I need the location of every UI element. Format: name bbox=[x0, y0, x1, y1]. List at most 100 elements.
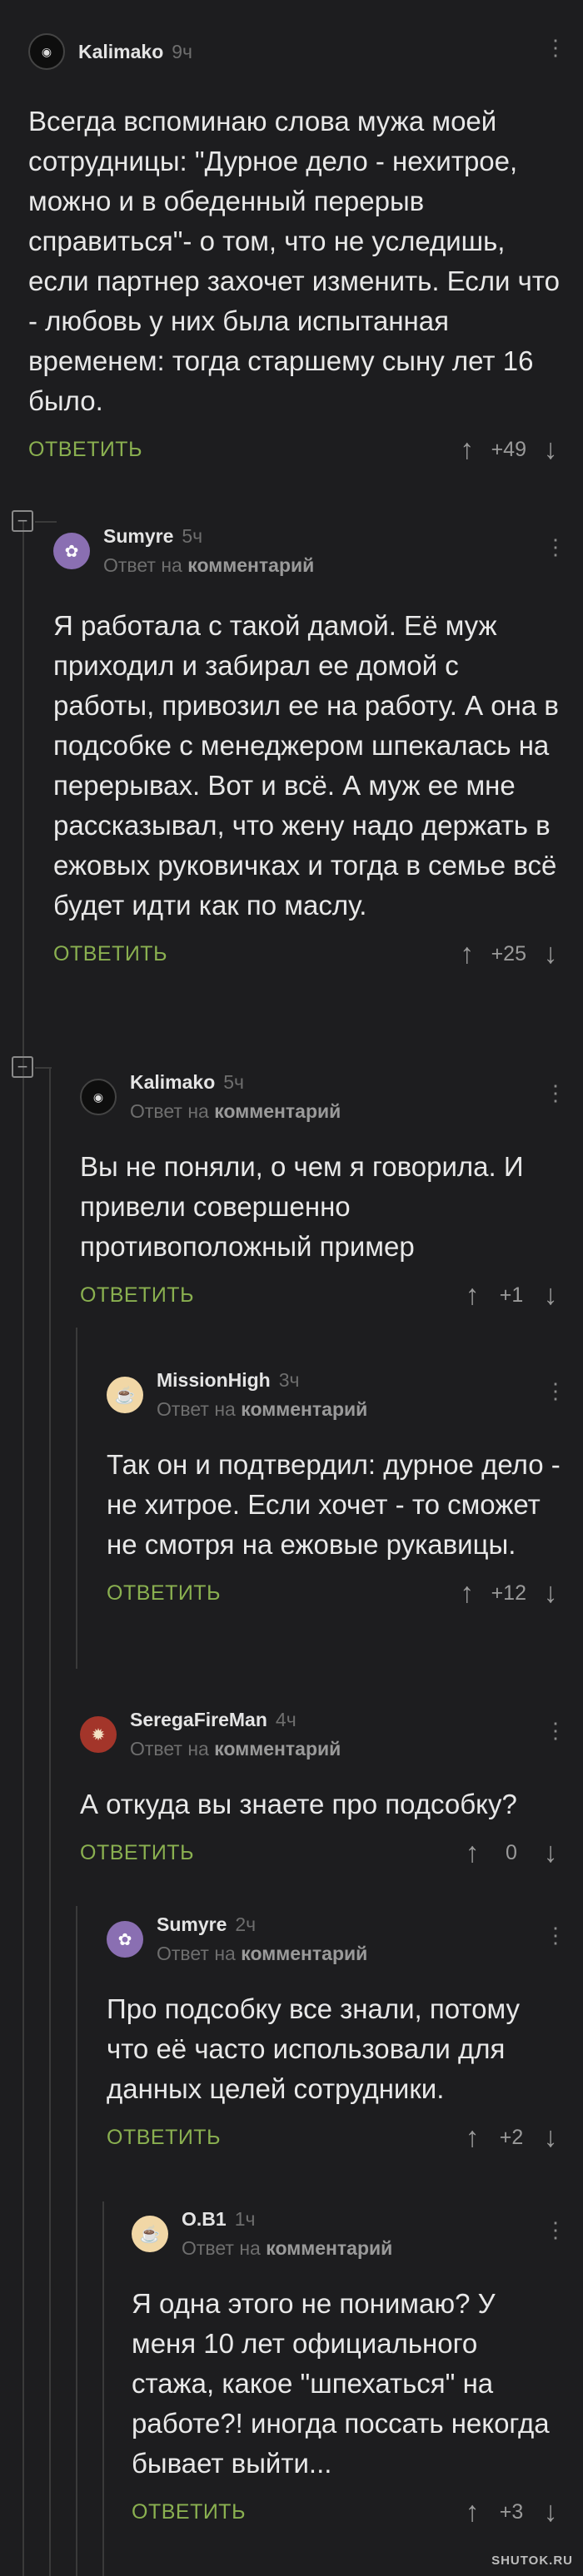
comment-time: 9ч bbox=[172, 40, 193, 62]
author-name[interactable]: MissionHigh bbox=[157, 1369, 271, 1392]
rating-value: +1 bbox=[499, 1283, 524, 1307]
upvote-icon[interactable]: ↑ bbox=[453, 435, 481, 464]
reply-to-label: Ответ на комментарий bbox=[157, 1398, 368, 1420]
comment: ✿ Sumyre 5ч Ответ на комментарий ⋮ Я раб… bbox=[53, 524, 566, 974]
downvote-icon[interactable]: ↓ bbox=[536, 435, 565, 464]
comment: ✿ Sumyre 2ч Ответ на комментарий ⋮ Про п… bbox=[107, 1913, 566, 2157]
comment-text: Про подсобку все знали, потому что её ча… bbox=[107, 1993, 521, 2104]
more-options-icon[interactable]: ⋮ bbox=[545, 2219, 566, 2241]
collapse-thread-button[interactable]: − bbox=[12, 510, 33, 532]
comment: ☕ MissionHigh 3ч Ответ на комментарий ⋮ … bbox=[107, 1368, 566, 1613]
avatar[interactable]: ☕ bbox=[132, 2216, 168, 2252]
author-name[interactable]: SeregaFireMan bbox=[130, 1709, 267, 1731]
reply-button[interactable]: ОТВЕТИТЬ bbox=[80, 1283, 194, 1308]
comment-meta: Kalimako 9ч bbox=[78, 41, 192, 63]
downvote-icon[interactable]: ↓ bbox=[536, 940, 565, 968]
comment-header: ◉ Kalimako 9ч ⋮ bbox=[28, 25, 566, 78]
reply-to-link[interactable]: комментарий bbox=[187, 554, 314, 576]
thread-line-level-1 bbox=[22, 521, 24, 2576]
upvote-icon[interactable]: ↑ bbox=[453, 1579, 481, 1607]
thread-line-level-4 bbox=[102, 2201, 104, 2576]
more-options-icon[interactable]: ⋮ bbox=[545, 536, 566, 558]
author-name[interactable]: O.B1 bbox=[182, 2208, 227, 2231]
reply-button[interactable]: ОТВЕТИТЬ bbox=[132, 2500, 246, 2524]
downvote-icon[interactable]: ↓ bbox=[536, 1839, 565, 1867]
upvote-icon[interactable]: ↑ bbox=[458, 2498, 486, 2526]
avatar[interactable]: ✿ bbox=[107, 1921, 143, 1958]
vote-controls: ↑ 0 ↓ bbox=[458, 1839, 565, 1867]
author-name[interactable]: Sumyre bbox=[157, 1913, 227, 1936]
vote-controls: ↑ +12 ↓ bbox=[453, 1579, 565, 1607]
reply-to-link[interactable]: комментарий bbox=[266, 2237, 392, 2259]
avatar[interactable]: ◉ bbox=[80, 1079, 117, 1115]
vote-controls: ↑ +49 ↓ bbox=[453, 435, 565, 464]
thread-line-level-3 bbox=[76, 1328, 77, 1669]
comment-time: 5ч bbox=[223, 1071, 245, 1093]
comment-time: 5ч bbox=[182, 525, 203, 547]
reply-to-label: Ответ на комментарий bbox=[130, 1738, 341, 1760]
reply-to-label: Ответ на комментарий bbox=[103, 554, 315, 576]
reply-button[interactable]: ОТВЕТИТЬ bbox=[107, 1581, 221, 1606]
rating-value: +3 bbox=[499, 2499, 524, 2524]
author-name[interactable]: Kalimako bbox=[78, 41, 163, 63]
author-name[interactable]: Kalimako bbox=[130, 1071, 215, 1094]
comment-actions: ОТВЕТИТЬ ↑ +49 ↓ bbox=[28, 429, 565, 469]
comment: ☕ O.B1 1ч Ответ на комментарий ⋮ Я одна … bbox=[132, 2207, 566, 2532]
comment-actions: ОТВЕТИТЬ ↑ +3 ↓ bbox=[132, 2492, 565, 2532]
comment-header: ☕ MissionHigh 3ч Ответ на комментарий ⋮ bbox=[107, 1368, 566, 1422]
comment-text: Всегда вспоминаю слова мужа моей сотрудн… bbox=[28, 106, 560, 416]
downvote-icon[interactable]: ↓ bbox=[536, 1579, 565, 1607]
comment-text: Я работала с такой дамой. Её муж приходи… bbox=[53, 610, 559, 921]
avatar[interactable]: ✿ bbox=[53, 533, 90, 569]
more-options-icon[interactable]: ⋮ bbox=[545, 1720, 566, 1741]
reply-button[interactable]: ОТВЕТИТЬ bbox=[80, 1841, 194, 1865]
upvote-icon[interactable]: ↑ bbox=[453, 940, 481, 968]
comment-text: Вы не поняли, о чем я говорила. И привел… bbox=[80, 1151, 524, 1262]
author-name[interactable]: Sumyre bbox=[103, 525, 173, 548]
vote-controls: ↑ +3 ↓ bbox=[458, 2498, 565, 2526]
comment-actions: ОТВЕТИТЬ ↑ +25 ↓ bbox=[53, 934, 565, 974]
downvote-icon[interactable]: ↓ bbox=[536, 2498, 565, 2526]
comment-meta: Sumyre 2ч Ответ на комментарий bbox=[157, 1913, 367, 1965]
comment-actions: ОТВЕТИТЬ ↑ +1 ↓ bbox=[80, 1275, 565, 1315]
downvote-icon[interactable]: ↓ bbox=[536, 1281, 565, 1309]
reply-to-link[interactable]: комментарий bbox=[241, 1398, 367, 1420]
more-options-icon[interactable]: ⋮ bbox=[545, 1924, 566, 1946]
upvote-icon[interactable]: ↑ bbox=[458, 1281, 486, 1309]
upvote-icon[interactable]: ↑ bbox=[458, 2123, 486, 2152]
comment-meta: Sumyre 5ч Ответ на комментарий bbox=[103, 525, 314, 577]
comment-actions: ОТВЕТИТЬ ↑ 0 ↓ bbox=[80, 1833, 565, 1873]
comment-meta: O.B1 1ч Ответ на комментарий bbox=[182, 2208, 392, 2260]
upvote-icon[interactable]: ↑ bbox=[458, 1839, 486, 1867]
rating-value: 0 bbox=[506, 1840, 517, 1864]
reply-button[interactable]: ОТВЕТИТЬ bbox=[28, 438, 142, 462]
comment-text: Так он и подтвердил: дурное дело - не хи… bbox=[107, 1449, 561, 1560]
reply-to-link[interactable]: комментарий bbox=[214, 1738, 341, 1760]
vote-controls: ↑ +1 ↓ bbox=[458, 1281, 565, 1309]
reply-to-link[interactable]: комментарий bbox=[241, 1943, 367, 1964]
avatar[interactable]: ✹ bbox=[80, 1716, 117, 1753]
avatar[interactable]: ☕ bbox=[107, 1377, 143, 1413]
comment: ◉ Kalimako 9ч ⋮ Всегда вспоминаю слова м… bbox=[28, 25, 566, 469]
reply-button[interactable]: ОТВЕТИТЬ bbox=[53, 942, 167, 966]
comment-header: ◉ Kalimako 5ч Ответ на комментарий ⋮ bbox=[80, 1070, 566, 1124]
comment-header: ✿ Sumyre 2ч Ответ на комментарий ⋮ bbox=[107, 1913, 566, 1966]
more-options-icon[interactable]: ⋮ bbox=[545, 1082, 566, 1104]
avatar[interactable]: ◉ bbox=[28, 33, 65, 70]
downvote-icon[interactable]: ↓ bbox=[536, 2123, 565, 2152]
vote-controls: ↑ +25 ↓ bbox=[453, 940, 565, 968]
more-options-icon[interactable]: ⋮ bbox=[545, 1380, 566, 1402]
vote-controls: ↑ +2 ↓ bbox=[458, 2123, 565, 2152]
rating-value: +25 bbox=[491, 941, 526, 965]
comment-meta: SeregaFireMan 4ч Ответ на комментарий bbox=[130, 1709, 341, 1760]
collapse-thread-button[interactable]: − bbox=[12, 1056, 33, 1078]
comment-header: ✿ Sumyre 5ч Ответ на комментарий ⋮ bbox=[53, 524, 566, 578]
reply-to-label: Ответ на комментарий bbox=[130, 1100, 341, 1122]
more-options-icon[interactable]: ⋮ bbox=[545, 37, 566, 58]
reply-button[interactable]: ОТВЕТИТЬ bbox=[107, 2126, 221, 2150]
comment: ✹ SeregaFireMan 4ч Ответ на комментарий … bbox=[80, 1708, 566, 1873]
reply-to-link[interactable]: комментарий bbox=[214, 1100, 341, 1122]
comment-time: 3ч bbox=[278, 1369, 300, 1391]
comment-thread: − − ◉ Kalimako 9ч ⋮ Всегда вспоминаю сло… bbox=[0, 0, 583, 2576]
comment-meta: Kalimako 5ч Ответ на комментарий bbox=[130, 1071, 341, 1123]
